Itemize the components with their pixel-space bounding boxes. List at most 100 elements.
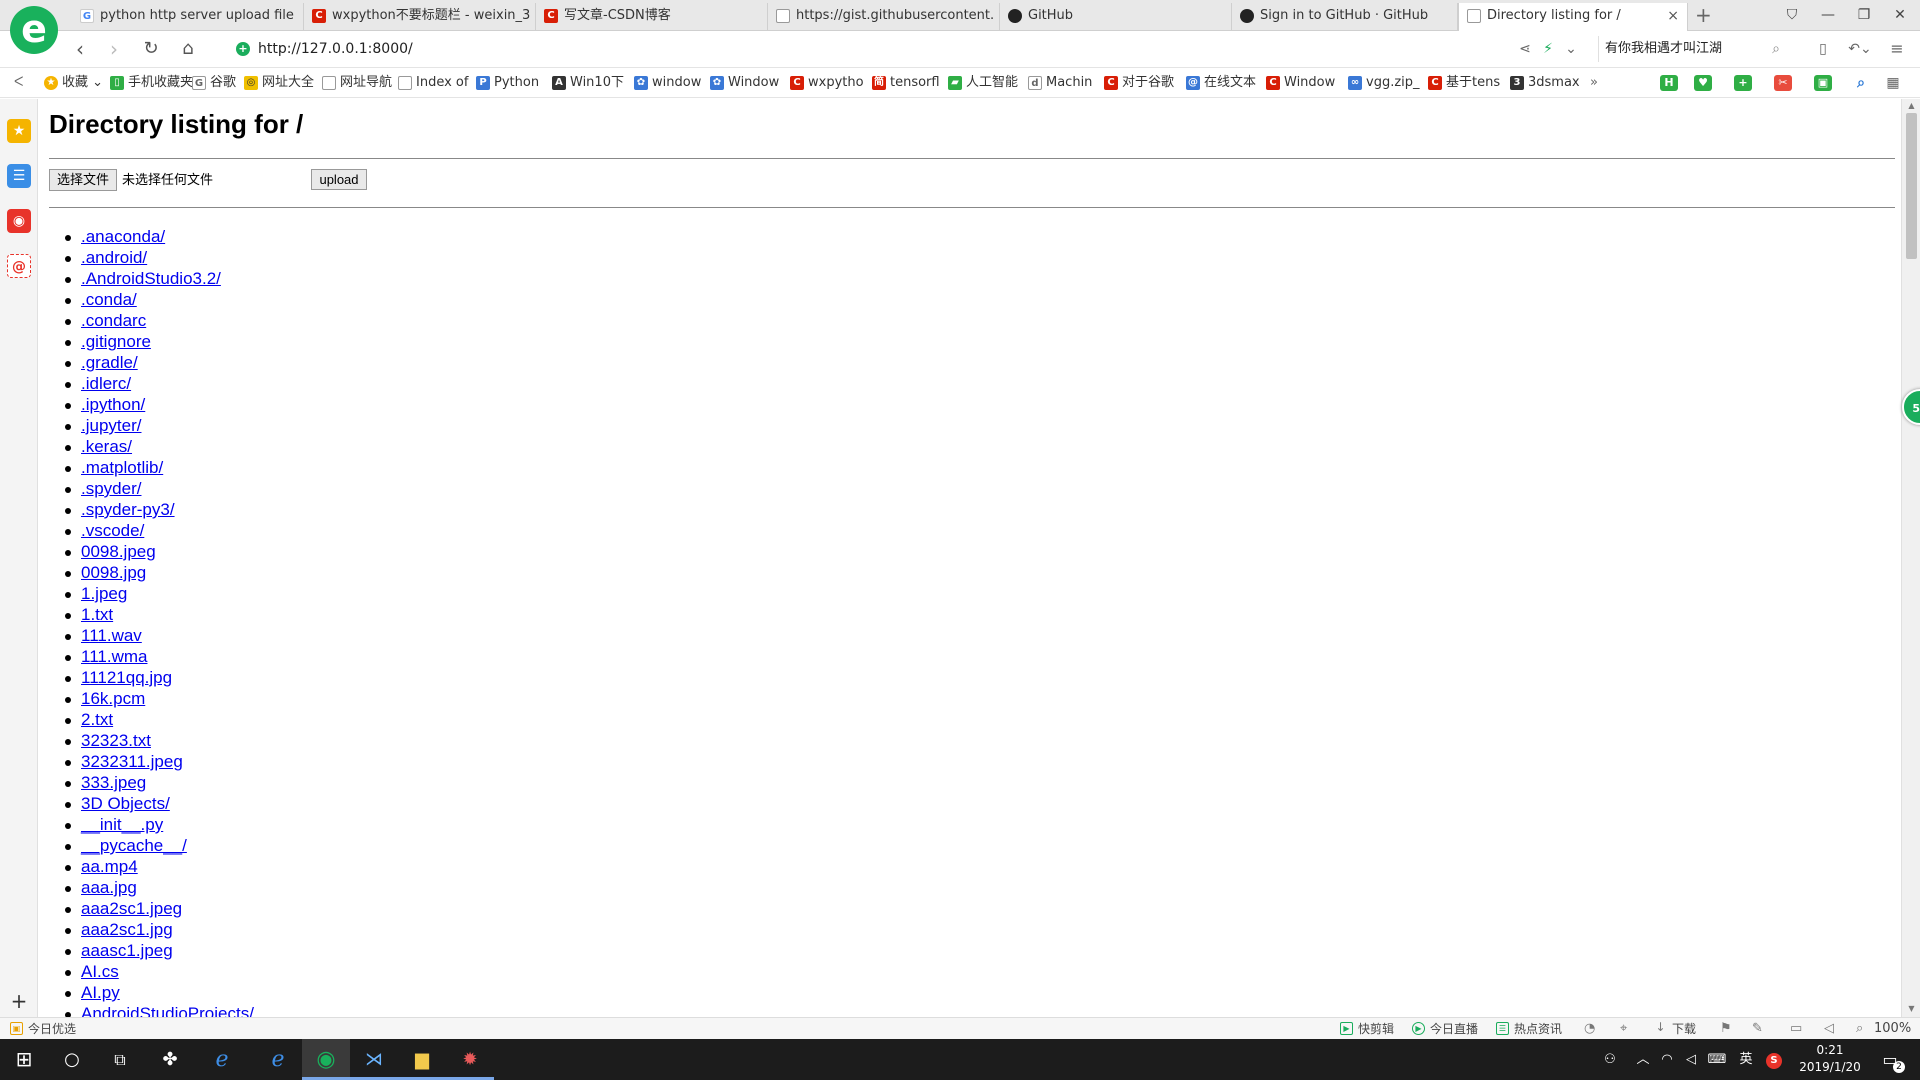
close-tab-icon[interactable]: ×: [1667, 3, 1679, 29]
file-link[interactable]: 11121qq.jpg: [81, 668, 172, 687]
file-link[interactable]: .vscode/: [81, 521, 144, 540]
reading-list-icon[interactable]: ☰: [7, 164, 31, 188]
extension-hi-icon[interactable]: H: [1660, 75, 1678, 91]
file-link[interactable]: aaa.jpg: [81, 878, 137, 897]
file-link[interactable]: .spyder/: [81, 479, 141, 498]
speed-mode-icon[interactable]: ⚡: [1538, 37, 1558, 61]
search-extension-icon[interactable]: ⌕: [1852, 75, 1870, 91]
status-download[interactable]: ↓ 下载: [1654, 1018, 1696, 1040]
status-quick-clip[interactable]: ▶ 快剪辑: [1340, 1018, 1394, 1040]
bookmark-python[interactable]: P Python: [476, 74, 539, 92]
file-link[interactable]: 111.wma: [81, 647, 147, 666]
file-link[interactable]: .keras/: [81, 437, 132, 456]
file-link[interactable]: .gradle/: [81, 353, 138, 372]
status-live[interactable]: ▶ 今日直播: [1412, 1018, 1478, 1040]
bookmark-win10[interactable]: A Win10下: [552, 74, 624, 92]
file-link[interactable]: .matplotlib/: [81, 458, 163, 477]
file-link[interactable]: __pycache__/: [81, 836, 187, 855]
add-sidebar-item-icon[interactable]: +: [9, 991, 29, 1011]
speaker-icon[interactable]: ◁: [1678, 1039, 1704, 1080]
minimize-icon[interactable]: —: [1810, 0, 1846, 31]
file-explorer-icon[interactable]: ▆: [398, 1039, 446, 1080]
search-circle-icon[interactable]: ○: [48, 1039, 96, 1080]
favorites-star-icon[interactable]: ★: [7, 119, 31, 143]
bookmark-window-3[interactable]: C Window: [1266, 74, 1335, 92]
pinwheel-app-icon[interactable]: ✤: [146, 1039, 194, 1080]
tab-wxpython[interactable]: C wxpython不要标题栏 - weixin_3: [304, 3, 536, 31]
file-link[interactable]: 0098.jpeg: [81, 542, 156, 561]
keyboard-icon[interactable]: ⌨: [1702, 1039, 1732, 1080]
file-link[interactable]: .idlerc/: [81, 374, 131, 393]
tab-directory-listing[interactable]: Directory listing for / ×: [1458, 3, 1688, 32]
edit-icon[interactable]: ✎: [1752, 1018, 1763, 1040]
debug-app-icon[interactable]: ✹: [446, 1039, 494, 1080]
file-link[interactable]: aa.mp4: [81, 857, 138, 876]
edge-icon[interactable]: ℯ: [254, 1039, 302, 1080]
file-link[interactable]: 333.jpeg: [81, 773, 146, 792]
bookmark-site-directory[interactable]: ◎ 网址大全: [244, 74, 314, 92]
forward-button[interactable]: ›: [100, 35, 128, 63]
bookmark-about-google[interactable]: C 对于谷歌: [1104, 74, 1174, 92]
tray-chevron-up-icon[interactable]: ︿: [1630, 1039, 1656, 1080]
search-input[interactable]: 有你我相遇才叫江湖 ⌕: [1598, 36, 1788, 62]
home-button[interactable]: ⌂: [174, 35, 202, 63]
bookmark-window-2[interactable]: ✿ Window: [710, 74, 779, 92]
task-view-icon[interactable]: ⧉: [96, 1039, 144, 1080]
browser-taskbar-icon[interactable]: ◉: [302, 1039, 350, 1080]
bookmark-window-1[interactable]: ✿ window: [634, 74, 701, 92]
game-extension-icon[interactable]: ▣: [1814, 75, 1832, 91]
file-link[interactable]: AI.cs: [81, 962, 119, 981]
file-link[interactable]: .condarc: [81, 311, 146, 330]
share-icon[interactable]: ⋖: [1515, 37, 1535, 61]
url-input[interactable]: + http://127.0.0.1:8000/: [228, 36, 1568, 62]
file-link[interactable]: 3D Objects/: [81, 794, 170, 813]
bookmark-page-icon[interactable]: ▯: [1812, 37, 1834, 61]
bookmark-3dsmax[interactable]: 3 3dsmax: [1510, 74, 1580, 92]
bookmark-machine[interactable]: d Machin: [1028, 74, 1092, 92]
daily-picks[interactable]: ▣ 今日优选: [10, 1018, 76, 1040]
weibo-icon[interactable]: ◉: [7, 209, 31, 233]
file-link[interactable]: .AndroidStudio3.2/: [81, 269, 221, 288]
bookmark-ai[interactable]: ▰ 人工智能: [948, 74, 1018, 92]
tab-gist[interactable]: https://gist.githubusercontent.: [768, 3, 1000, 31]
choose-file-button[interactable]: 选择文件: [49, 169, 117, 191]
people-icon[interactable]: ⚇: [1597, 1039, 1623, 1080]
apps-grid-icon[interactable]: ▦: [1884, 75, 1902, 91]
file-link[interactable]: .anaconda/: [81, 227, 165, 246]
more-bookmarks-icon[interactable]: »: [1590, 74, 1598, 92]
flag-icon[interactable]: ⚑: [1720, 1018, 1732, 1040]
action-center-icon[interactable]: ▭: [1875, 1039, 1905, 1080]
scroll-down-icon[interactable]: ▼: [1906, 1004, 1917, 1014]
file-link[interactable]: .ipython/: [81, 395, 145, 414]
file-link[interactable]: 2.txt: [81, 710, 113, 729]
file-link[interactable]: .android/: [81, 248, 147, 267]
file-link[interactable]: 1.jpeg: [81, 584, 127, 603]
upload-button[interactable]: upload: [311, 169, 367, 190]
file-link[interactable]: __init__.py: [81, 815, 163, 834]
reload-button[interactable]: ↻: [137, 35, 165, 63]
file-link[interactable]: 0098.jpg: [81, 563, 146, 582]
vertical-scrollbar[interactable]: ▲ ▼: [1901, 99, 1920, 1017]
file-link[interactable]: aaa2sc1.jpeg: [81, 899, 182, 918]
screenshot-extension-icon[interactable]: ✂: [1774, 75, 1792, 91]
status-news[interactable]: ☰ 热点资讯: [1496, 1018, 1562, 1040]
bookmark-site-nav[interactable]: 网址导航: [322, 74, 392, 92]
bookmark-wxpython[interactable]: Cwxpytho: [790, 74, 864, 92]
close-window-icon[interactable]: ✕: [1882, 0, 1918, 31]
ie-icon[interactable]: ℯ: [198, 1039, 246, 1080]
translate-extension-icon[interactable]: +: [1734, 75, 1752, 91]
skin-icon[interactable]: ⛉: [1774, 0, 1810, 31]
bookmark-index-of[interactable]: Index of: [398, 74, 468, 92]
collapse-sidebar-icon[interactable]: ᐸ: [14, 74, 23, 92]
system-clock[interactable]: 0:21 2019/1/20: [1795, 1042, 1865, 1076]
bookmark-favorites[interactable]: ★ 收藏 ⌄: [44, 74, 103, 92]
shield-extension-icon[interactable]: ♥: [1694, 75, 1712, 91]
bookmark-mobile[interactable]: ▯ 手机收藏夹: [110, 74, 193, 92]
browser-logo-icon[interactable]: e: [10, 6, 58, 54]
file-link[interactable]: .gitignore: [81, 332, 151, 351]
undo-icon[interactable]: ↶⌄: [1846, 37, 1874, 61]
network-icon[interactable]: ◠: [1654, 1039, 1680, 1080]
search-icon[interactable]: ⌕: [1772, 36, 1780, 62]
volume-icon[interactable]: ◁: [1824, 1018, 1834, 1040]
file-link[interactable]: AI.py: [81, 983, 120, 1002]
